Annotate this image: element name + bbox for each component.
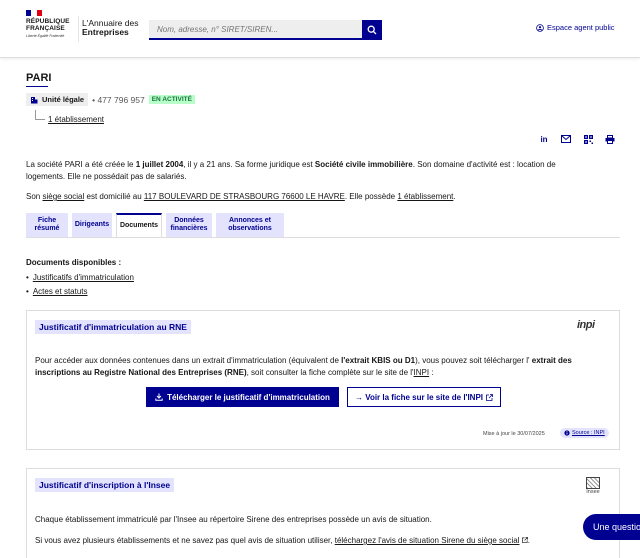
download-icon — [155, 393, 163, 401]
tab-annonces-observations[interactable]: Annonces et observations — [216, 213, 284, 237]
rne-description: Pour accéder aux données contenues dans … — [35, 355, 605, 378]
desc-text-1: La société PARI a été créée le — [26, 160, 136, 169]
addr-text-2: est domicilié au — [84, 192, 144, 201]
insee-text-2: Si vous avez plusieurs établissements et… — [35, 535, 605, 547]
insee-logo: Insee — [583, 477, 603, 499]
print-icon[interactable] — [604, 133, 616, 145]
rf-motto: Liberté Égalité Fraternité — [26, 34, 65, 38]
view-inpi-label: → Voir la fiche sur le site de l'INPI — [354, 392, 483, 402]
share-toolbar: in — [538, 133, 616, 145]
rne-text-2: ), vous pouvez soit télécharger l' — [415, 356, 532, 365]
rne-text-4: : — [429, 367, 434, 377]
agent-link-label: Espace agent public — [547, 23, 615, 32]
tab-documents[interactable]: Documents — [116, 213, 162, 238]
site-header: RÉPUBLIQUE FRANÇAISE Liberté Égalité Fra… — [0, 0, 640, 58]
etablissement-count-link[interactable]: 1 établissement — [397, 192, 453, 201]
documents-title: Documents disponibles : — [26, 258, 122, 267]
addr-text-4: . — [453, 192, 456, 201]
insee-card: Justificatif d'inscription à l'Insee Ins… — [26, 468, 620, 558]
last-update: Mise à jour le 30/07/2025 — [483, 431, 545, 437]
insee-text-2b: . — [527, 536, 530, 545]
bullet: • — [26, 287, 29, 296]
desc-text-2: , il y a 21 ans. Sa forme juridique est — [183, 160, 315, 169]
rne-text-1: Pour accéder aux données contenues dans … — [35, 356, 342, 365]
title-underline — [26, 86, 48, 87]
status-badge: EN ACTIVITÉ — [148, 95, 195, 104]
rne-card: Justificatif d'immatriculation au RNE in… — [26, 310, 620, 450]
linkedin-icon[interactable]: in — [538, 133, 550, 145]
qr-code-icon[interactable] — [582, 133, 594, 145]
unit-type-label: Unité légale — [42, 95, 85, 104]
site-brand[interactable]: L'Annuaire des Entreprises — [82, 19, 138, 37]
tree-connector — [35, 110, 45, 120]
siren-number: • 477 796 957 — [92, 94, 145, 105]
rne-kbis: l'extrait KBIS ou D1 — [341, 356, 416, 365]
unit-type-badge: Unité légale — [26, 93, 89, 106]
company-address: Son siège social est domicilié au 117 BO… — [26, 192, 456, 201]
header-divider — [78, 16, 79, 42]
download-justificatif-button[interactable]: Télécharger le justificatif d'immatricul… — [146, 387, 339, 407]
user-circle-icon — [536, 23, 544, 32]
company-description: La société PARI a été créée le 1 juillet… — [26, 159, 586, 182]
unit-row: Unité légale • 477 796 957 EN ACTIVITÉ — [26, 93, 195, 106]
rf-line2: FRANÇAISE — [26, 25, 65, 32]
creation-date: 1 juillet 2004 — [135, 160, 184, 169]
address-link[interactable]: 117 BOULEVARD DE STRASBOURG 76600 LE HAV… — [144, 192, 345, 201]
download-button-label: Télécharger le justificatif d'immatricul… — [167, 392, 330, 402]
insee-logo-label: Insee — [586, 489, 600, 495]
addr-text-1: Son — [26, 192, 43, 201]
search-bar — [149, 20, 382, 40]
doc-link-actes[interactable]: Actes et statuts — [33, 287, 88, 296]
tabs-divider — [26, 237, 620, 238]
info-icon — [564, 430, 570, 436]
brand-line2: Entreprises — [82, 27, 129, 37]
doc-link-justificatifs[interactable]: Justificatifs d'immatriculation — [33, 273, 134, 282]
source-badge[interactable]: Source : INPI — [560, 428, 609, 438]
insee-text-2a: Si vous avez plusieurs établissements et… — [35, 536, 335, 545]
inpi-link[interactable]: INPI — [414, 368, 430, 377]
bullet: • — [26, 273, 29, 282]
search-input[interactable] — [149, 20, 362, 40]
mail-icon[interactable] — [560, 133, 572, 145]
etablissements-link[interactable]: 1 établissement — [48, 115, 104, 124]
rf-line1: RÉPUBLIQUE — [26, 18, 70, 25]
avis-situation-link[interactable]: téléchargez l'avis de situation Sirene d… — [335, 536, 520, 545]
page-title: PARI — [26, 72, 52, 84]
search-icon — [367, 25, 377, 35]
building-icon — [31, 96, 38, 103]
tab-bar: Fiche résumé Dirigeants Documents Donnée… — [26, 213, 284, 238]
list-item: • Actes et statuts — [26, 287, 134, 296]
inpi-logo: inpi — [577, 319, 595, 331]
legal-form: Société civile immobilière — [314, 160, 413, 169]
external-link-icon — [486, 393, 493, 401]
rne-text-3: , soit consulter la fiche complète sur l… — [246, 367, 414, 377]
siege-social-link[interactable]: siège social — [42, 192, 84, 201]
view-inpi-button[interactable]: → Voir la fiche sur le site de l'INPI — [347, 387, 501, 407]
tab-fiche-resume[interactable]: Fiche résumé — [26, 213, 68, 237]
tab-donnees-financieres[interactable]: Données financières — [166, 213, 212, 237]
flag-icon — [26, 10, 42, 16]
list-item: • Justificatifs d'immatriculation — [26, 273, 134, 282]
insee-text-1: Chaque établissement immatriculé par l'I… — [35, 515, 432, 524]
rne-card-title: Justificatif d'immatriculation au RNE — [35, 320, 191, 334]
documents-list: • Justificatifs d'immatriculation • Actes … — [26, 273, 134, 301]
tab-dirigeants[interactable]: Dirigeants — [72, 213, 112, 237]
republique-francaise-logo[interactable]: RÉPUBLIQUE FRANÇAISE Liberté Égalité Fra… — [26, 10, 74, 38]
source-label: Source : INPI — [572, 430, 605, 436]
agent-link[interactable]: Espace agent public — [536, 23, 615, 32]
search-button[interactable] — [362, 20, 382, 40]
question-button[interactable]: Une question — [583, 514, 640, 540]
insee-card-title: Justificatif d'inscription à l'Insee — [35, 478, 175, 492]
addr-text-3: . Elle possède — [344, 192, 398, 201]
